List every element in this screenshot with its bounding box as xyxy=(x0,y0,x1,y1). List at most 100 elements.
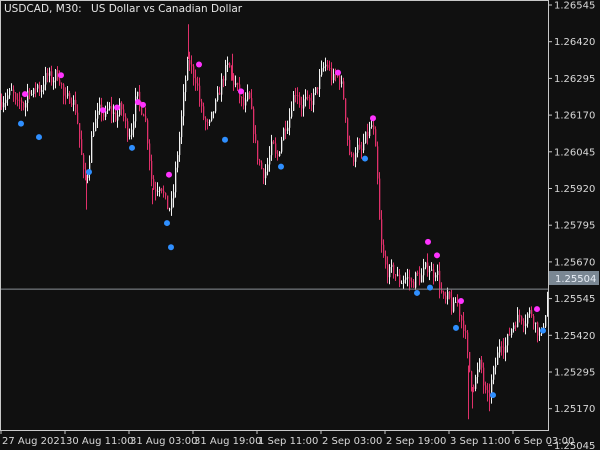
swing-high-dot xyxy=(58,72,64,79)
candle-body xyxy=(217,92,219,101)
candle-body xyxy=(7,95,9,100)
candle-body xyxy=(447,291,449,300)
candle-body xyxy=(159,188,161,191)
candle-body xyxy=(93,131,95,136)
candle-body xyxy=(143,114,145,117)
candle-body xyxy=(283,128,285,141)
candle-body xyxy=(429,270,431,273)
candle-body xyxy=(23,102,25,108)
candle-body xyxy=(67,93,69,97)
candle-body xyxy=(133,121,135,130)
candle-body xyxy=(385,255,387,265)
candle xyxy=(215,98,217,114)
candle-body xyxy=(137,91,139,97)
swing-low-dot xyxy=(490,392,496,399)
candle-body xyxy=(311,100,313,105)
candle-body xyxy=(103,113,105,117)
time-tick-label: 1 Sep 11:00 xyxy=(258,436,318,447)
candle-body xyxy=(221,78,223,95)
candle-body xyxy=(423,267,425,276)
candle-body xyxy=(317,87,319,90)
price-chart[interactable]: 1.26545 1.26420 1.26295 1.26170 1.26045 1.259… xyxy=(0,0,600,450)
candle-body xyxy=(487,390,489,393)
candle-body xyxy=(517,314,519,328)
current-price-label: 1.25504 xyxy=(555,274,596,285)
candle-body xyxy=(13,89,15,94)
candle-body xyxy=(507,334,509,346)
candle-body xyxy=(435,275,437,278)
candle-body xyxy=(229,63,231,68)
candle-body xyxy=(253,108,255,135)
candle-body xyxy=(267,164,269,172)
candle-body xyxy=(255,134,257,141)
candle-body xyxy=(25,102,27,108)
candle-body xyxy=(307,96,309,98)
candle-body xyxy=(381,219,383,245)
candle-body xyxy=(233,75,235,85)
candle-body xyxy=(347,118,349,140)
candle-body xyxy=(351,154,353,156)
candle xyxy=(379,172,381,220)
price-tick-label: 1.25670 xyxy=(554,257,595,268)
time-tick-label: 31 Aug 03:00 xyxy=(130,436,197,447)
candle-body xyxy=(183,92,185,117)
price-tick-label: 1.25795 xyxy=(554,221,595,232)
candle xyxy=(469,351,471,373)
candle-body xyxy=(523,320,525,326)
candle-body xyxy=(285,128,287,131)
candle-body xyxy=(413,281,415,288)
price-tick-label: 1.25545 xyxy=(554,294,595,305)
candle-body xyxy=(79,123,81,140)
candle-body xyxy=(443,292,445,296)
candle-body xyxy=(525,323,527,326)
swing-low-dot xyxy=(222,136,228,143)
candle-body xyxy=(5,99,7,103)
candle-body xyxy=(475,377,477,389)
candle-body xyxy=(29,90,31,95)
candle-body xyxy=(361,148,363,151)
candle-body xyxy=(299,96,301,105)
candle-body xyxy=(279,151,281,157)
candle-body xyxy=(451,297,453,312)
time-tick-label: 30 Aug 11:00 xyxy=(66,436,133,447)
candle-body xyxy=(193,66,195,79)
price-tick-label: 1.26045 xyxy=(554,147,595,158)
candle-body xyxy=(373,125,375,130)
candle-body xyxy=(313,92,315,105)
candle-body xyxy=(151,160,153,179)
candle-body xyxy=(469,351,471,372)
candle-body xyxy=(3,102,5,108)
candle-body xyxy=(109,106,111,109)
candle-body xyxy=(459,302,461,316)
candle-body xyxy=(121,102,123,110)
candle-body xyxy=(293,95,295,111)
candle-body xyxy=(515,325,517,328)
candle-body xyxy=(503,346,505,353)
candle xyxy=(475,374,477,392)
candle xyxy=(167,195,169,210)
candle-body xyxy=(421,275,423,283)
current-price-badge: 1.25504 xyxy=(549,271,599,285)
candle-body xyxy=(49,71,51,76)
candle-body xyxy=(367,131,369,137)
candle-body xyxy=(149,143,151,161)
candle-body xyxy=(171,198,173,209)
candle-body xyxy=(167,195,169,210)
candle-body xyxy=(295,95,297,97)
candle-body xyxy=(113,112,115,114)
candle-body xyxy=(205,118,207,122)
candle-body xyxy=(227,63,229,66)
candle-body xyxy=(539,333,541,336)
candle-body xyxy=(187,60,189,81)
candle-body xyxy=(83,154,85,170)
candle-body xyxy=(513,325,515,329)
candle-body xyxy=(41,90,43,92)
candle-body xyxy=(395,274,397,276)
candle-body xyxy=(343,81,345,99)
candle-body xyxy=(403,279,405,284)
candle-body xyxy=(275,143,277,154)
candle-body xyxy=(399,274,401,284)
candle-body xyxy=(241,97,243,99)
candle-body xyxy=(195,78,197,84)
candle-body xyxy=(291,110,293,117)
